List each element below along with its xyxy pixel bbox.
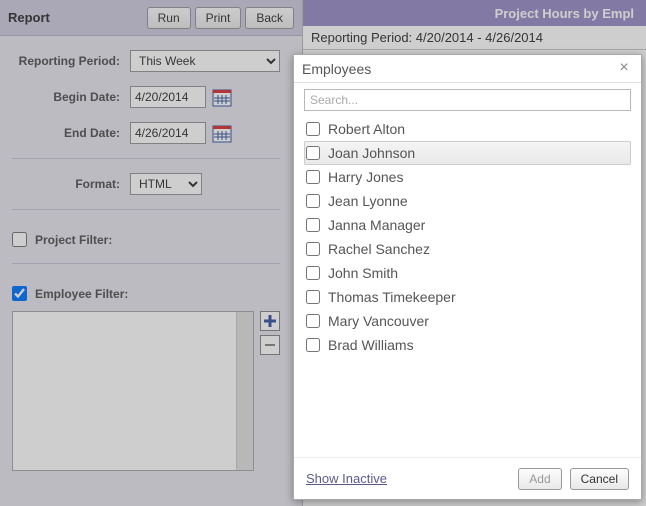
employee-item[interactable]: Thomas Timekeeper [304,285,631,309]
employee-checkbox[interactable] [306,194,320,208]
dialog-title: Employees [302,61,615,77]
employees-dialog: Employees × Robert Alton Joan Johnson Harr… [293,54,642,500]
employee-name: Brad Williams [328,337,414,353]
employee-item[interactable]: Jean Lyonne [304,189,631,213]
employee-name: Joan Johnson [328,145,415,161]
employee-checkbox[interactable] [306,146,320,160]
employee-list: Robert Alton Joan Johnson Harry Jones Jean … [304,117,631,357]
employee-item[interactable]: Brad Williams [304,333,631,357]
show-inactive-link[interactable]: Show Inactive [306,471,510,486]
employee-checkbox[interactable] [306,290,320,304]
employee-name: John Smith [328,265,398,281]
employee-checkbox[interactable] [306,338,320,352]
employee-item[interactable]: Janna Manager [304,213,631,237]
close-icon[interactable]: × [615,60,633,78]
dialog-titlebar: Employees × [294,55,641,83]
employee-checkbox[interactable] [306,314,320,328]
employee-checkbox[interactable] [306,242,320,256]
add-button[interactable]: Add [518,468,561,490]
employee-item[interactable]: John Smith [304,261,631,285]
employee-name: Thomas Timekeeper [328,289,456,305]
employee-name: Harry Jones [328,169,403,185]
employee-name: Janna Manager [328,217,425,233]
employee-item[interactable]: Rachel Sanchez [304,237,631,261]
employee-item[interactable]: Joan Johnson [304,141,631,165]
employee-item[interactable]: Robert Alton [304,117,631,141]
search-input[interactable] [304,89,631,111]
employee-checkbox[interactable] [306,266,320,280]
employee-item[interactable]: Mary Vancouver [304,309,631,333]
cancel-button[interactable]: Cancel [570,468,629,490]
employee-item[interactable]: Harry Jones [304,165,631,189]
employee-checkbox[interactable] [306,218,320,232]
employee-name: Mary Vancouver [328,313,429,329]
employee-checkbox[interactable] [306,170,320,184]
employee-name: Rachel Sanchez [328,241,430,257]
employee-checkbox[interactable] [306,122,320,136]
employee-name: Robert Alton [328,121,405,137]
employee-name: Jean Lyonne [328,193,408,209]
